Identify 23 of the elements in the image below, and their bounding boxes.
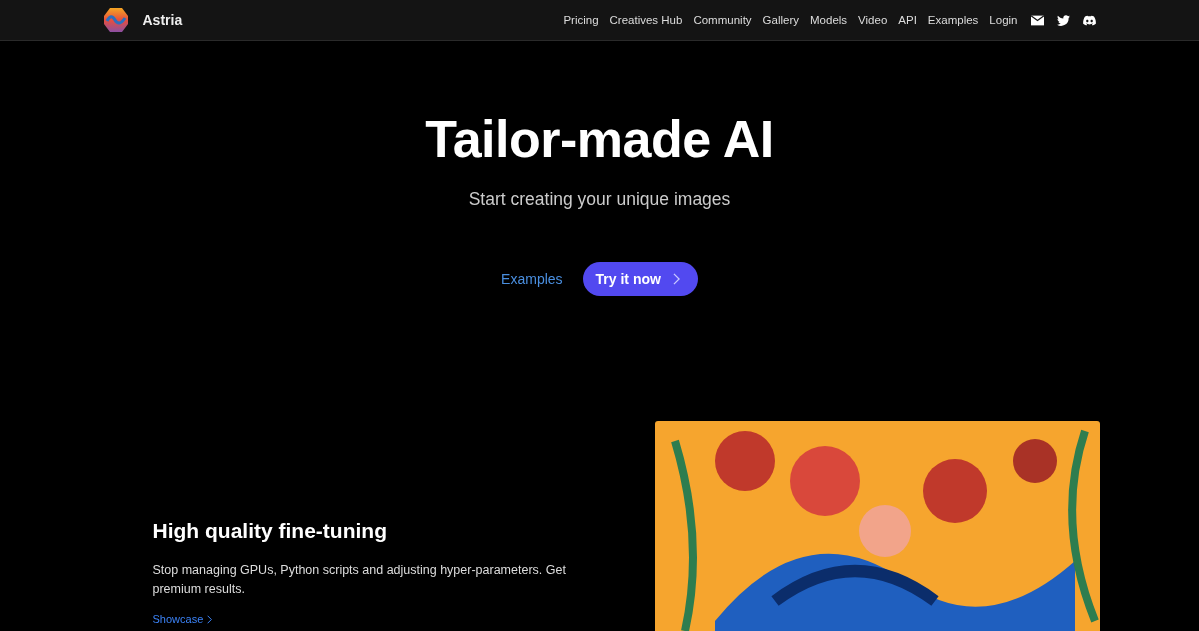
feature-description: Stop managing GPUs, Python scripts and adjusting hyper-parameters. Get premium results. — [152, 562, 567, 598]
nav-link[interactable]: Pricing — [563, 14, 599, 26]
chevron-right-icon — [672, 273, 680, 285]
chevron-right-icon — [207, 614, 213, 624]
nav-link[interactable]: Community — [693, 14, 752, 26]
nav-link[interactable]: Creatives Hub — [609, 14, 683, 26]
logo-icon[interactable] — [102, 7, 129, 33]
discord-icon[interactable] — [1082, 14, 1096, 26]
hero-subtitle: Start creating your unique images — [467, 189, 732, 210]
nav-link[interactable]: Examples — [927, 14, 979, 26]
try-it-now-button[interactable]: Try it now — [582, 262, 698, 296]
examples-link[interactable]: Examples — [501, 271, 563, 287]
feature-title: High quality fine-tuning — [152, 519, 388, 543]
brand-name[interactable]: Astria — [142, 12, 183, 28]
showcase-link[interactable]: Showcase — [152, 613, 213, 625]
nav-link[interactable]: Login — [989, 14, 1018, 26]
nav-link[interactable]: Gallery — [762, 14, 799, 26]
nav-link[interactable]: Video — [858, 14, 888, 26]
nav-link[interactable]: Models — [810, 14, 848, 26]
hero-title: Tailor-made AI — [424, 109, 775, 169]
nav-link[interactable]: API — [898, 14, 917, 26]
bird-icon[interactable] — [1056, 14, 1070, 26]
mail-icon[interactable] — [1030, 14, 1044, 26]
